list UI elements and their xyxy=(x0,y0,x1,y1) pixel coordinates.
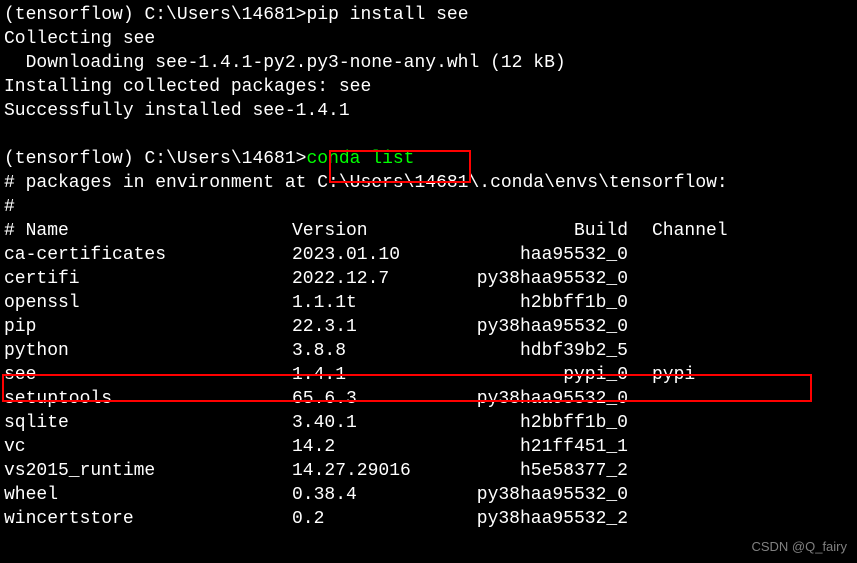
package-name: python xyxy=(4,340,292,364)
package-name: vc xyxy=(4,436,292,460)
package-row: setuptools65.6.3py38haa95532_0 xyxy=(4,388,857,412)
package-build: h2bbff1b_0 xyxy=(460,412,652,436)
output-collecting: Collecting see xyxy=(4,28,857,52)
package-build: py38haa95532_0 xyxy=(460,268,652,292)
package-name: vs2015_runtime xyxy=(4,460,292,484)
table-header: # NameVersionBuildChannel xyxy=(4,220,857,244)
package-build: pypi_0 xyxy=(460,364,652,388)
package-row: vs2015_runtime14.27.29016h5e58377_2 xyxy=(4,460,857,484)
header-version: Version xyxy=(292,220,460,244)
package-row: python3.8.8hdbf39b2_5 xyxy=(4,340,857,364)
prompt-path: C:\Users\14681> xyxy=(144,149,306,169)
package-name: see xyxy=(4,364,292,388)
package-row: see1.4.1pypi_0pypi xyxy=(4,364,857,388)
package-build: h21ff451_1 xyxy=(460,436,652,460)
package-version: 1.1.1t xyxy=(292,292,460,316)
package-build: h2bbff1b_0 xyxy=(460,292,652,316)
package-build: h5e58377_2 xyxy=(460,460,652,484)
env-label: (tensorflow) xyxy=(4,5,134,25)
package-name: wincertstore xyxy=(4,508,292,532)
package-version: 65.6.3 xyxy=(292,388,460,412)
command-text: pip install see xyxy=(306,5,468,25)
package-row: vc14.2h21ff451_1 xyxy=(4,436,857,460)
package-version: 14.27.29016 xyxy=(292,460,460,484)
prompt-line-1[interactable]: (tensorflow) C:\Users\14681>pip install … xyxy=(4,4,857,28)
package-name: pip xyxy=(4,316,292,340)
package-version: 1.4.1 xyxy=(292,364,460,388)
package-row: certifi2022.12.7py38haa95532_0 xyxy=(4,268,857,292)
package-row: sqlite3.40.1h2bbff1b_0 xyxy=(4,412,857,436)
package-name: certifi xyxy=(4,268,292,292)
package-version: 2022.12.7 xyxy=(292,268,460,292)
package-version: 14.2 xyxy=(292,436,460,460)
prompt-path: C:\Users\14681> xyxy=(144,5,306,25)
package-row: wheel0.38.4py38haa95532_0 xyxy=(4,484,857,508)
package-name: openssl xyxy=(4,292,292,316)
package-channel: pypi xyxy=(652,364,695,388)
package-build: py38haa95532_0 xyxy=(460,388,652,412)
header-build: Build xyxy=(460,220,652,244)
command-text: conda list xyxy=(306,149,414,169)
watermark: CSDN @Q_fairy xyxy=(751,538,847,555)
package-row: pip22.3.1py38haa95532_0 xyxy=(4,316,857,340)
output-downloading: Downloading see-1.4.1-py2.py3-none-any.w… xyxy=(4,52,857,76)
package-name: setuptools xyxy=(4,388,292,412)
package-build: hdbf39b2_5 xyxy=(460,340,652,364)
output-success: Successfully installed see-1.4.1 xyxy=(4,100,857,124)
package-version: 3.40.1 xyxy=(292,412,460,436)
package-version: 0.2 xyxy=(292,508,460,532)
hash-line: # xyxy=(4,196,857,220)
env-label: (tensorflow) xyxy=(4,149,134,169)
package-build: py38haa95532_0 xyxy=(460,484,652,508)
package-version: 2023.01.10 xyxy=(292,244,460,268)
package-version: 3.8.8 xyxy=(292,340,460,364)
header-name: # Name xyxy=(4,220,292,244)
package-version: 22.3.1 xyxy=(292,316,460,340)
package-build: py38haa95532_0 xyxy=(460,316,652,340)
output-installing: Installing collected packages: see xyxy=(4,76,857,100)
package-row: openssl1.1.1th2bbff1b_0 xyxy=(4,292,857,316)
package-version: 0.38.4 xyxy=(292,484,460,508)
package-build: py38haa95532_2 xyxy=(460,508,652,532)
package-build: haa95532_0 xyxy=(460,244,652,268)
blank-line xyxy=(4,124,857,148)
package-name: wheel xyxy=(4,484,292,508)
package-name: ca-certificates xyxy=(4,244,292,268)
package-row: wincertstore0.2py38haa95532_2 xyxy=(4,508,857,532)
prompt-line-2[interactable]: (tensorflow) C:\Users\14681>conda list xyxy=(4,148,857,172)
package-name: sqlite xyxy=(4,412,292,436)
header-channel: Channel xyxy=(652,220,728,244)
env-info-line: # packages in environment at C:\Users\14… xyxy=(4,172,857,196)
package-row: ca-certificates2023.01.10haa95532_0 xyxy=(4,244,857,268)
